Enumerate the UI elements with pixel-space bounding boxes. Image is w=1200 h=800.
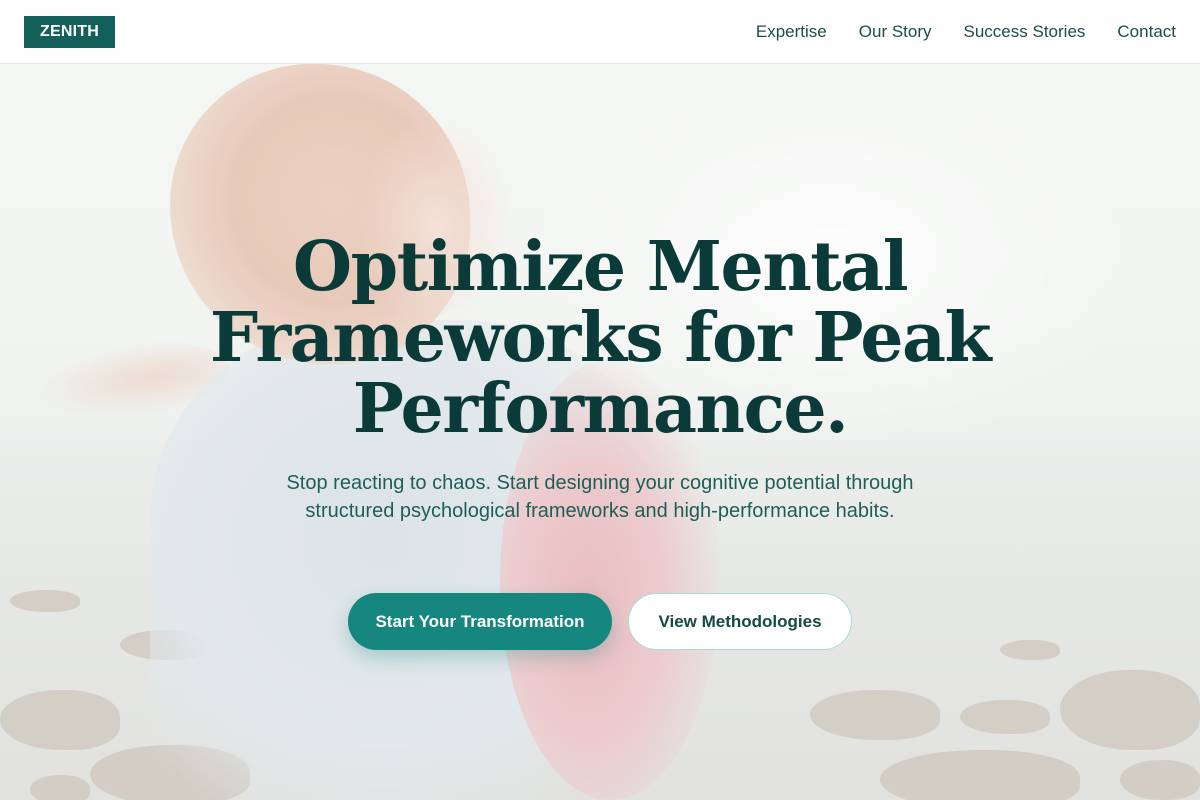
cta-group: Start Your Transformation View Methodolo… <box>0 593 1200 650</box>
main-nav: Expertise Our Story Success Stories Cont… <box>756 22 1176 42</box>
zenith-logo[interactable]: ZENITH <box>24 15 115 48</box>
nav-item-expertise[interactable]: Expertise <box>756 22 827 42</box>
nav-item-success-stories[interactable]: Success Stories <box>964 22 1086 42</box>
nav-item-contact[interactable]: Contact <box>1117 22 1176 42</box>
hero-section: Optimize Mental Frameworks for Peak Perf… <box>0 0 1200 800</box>
start-transformation-button[interactable]: Start Your Transformation <box>348 593 612 650</box>
view-methodologies-button[interactable]: View Methodologies <box>628 593 852 650</box>
site-header: ZENITH Expertise Our Story Success Stori… <box>0 0 1200 64</box>
hero-headline: Optimize Mental Frameworks for Peak Perf… <box>209 227 992 449</box>
hero-subtitle: Stop reacting to chaos. Start designing … <box>286 472 914 522</box>
nav-item-our-story[interactable]: Our Story <box>859 22 932 42</box>
